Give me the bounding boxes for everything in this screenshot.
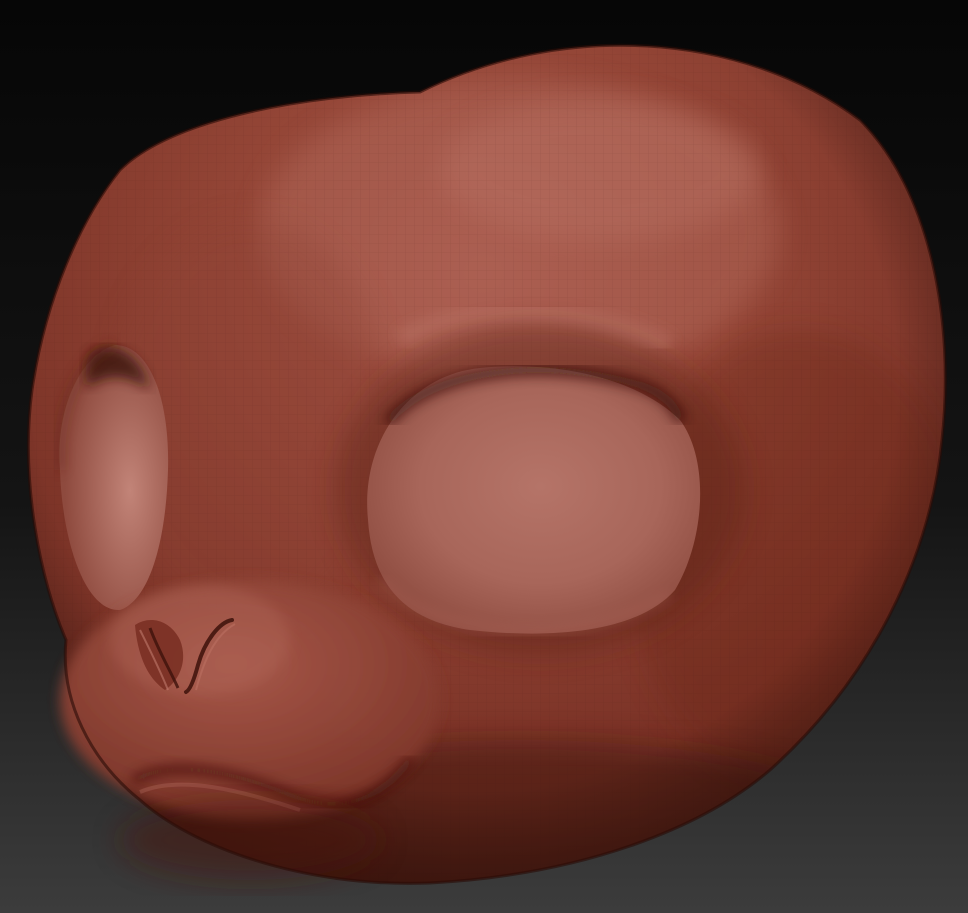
sculpt-canvas[interactable] xyxy=(0,0,968,913)
sculpt-viewport[interactable] xyxy=(0,0,968,913)
